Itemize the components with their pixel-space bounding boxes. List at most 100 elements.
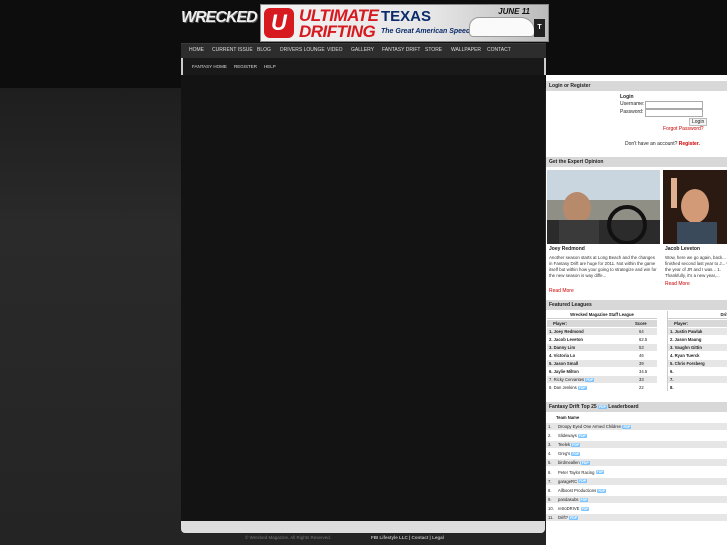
player-name[interactable]: 4. Ryan Tuerck bbox=[670, 352, 699, 359]
player-name[interactable]: 5. Jason Small bbox=[549, 360, 578, 367]
player-name[interactable]: 2. Jason Maung bbox=[670, 336, 701, 343]
player-score: 22 bbox=[639, 385, 644, 390]
table-row[interactable]: 7. Ricky Cervantes FDP 33 bbox=[547, 376, 657, 383]
team-name[interactable]: garageRC FDP bbox=[558, 478, 588, 485]
player-name[interactable]: 4. Victoria Lo bbox=[549, 352, 575, 359]
team-rank: 9. bbox=[548, 496, 552, 502]
player-name[interactable]: 6. bbox=[670, 368, 674, 375]
car-image bbox=[469, 17, 535, 37]
main-content-footer-bar bbox=[181, 521, 545, 533]
table-row[interactable]: 1. Justin Pawlak bbox=[668, 328, 727, 335]
nav-home[interactable]: HOME bbox=[189, 47, 204, 53]
fdp-badge: FDP bbox=[580, 506, 590, 511]
team-name[interactable]: Peter Taylor Racing FDP bbox=[558, 469, 605, 476]
player-name[interactable]: 8. Dan Jenkins FDP bbox=[549, 384, 587, 391]
expert-photo-joey[interactable] bbox=[547, 170, 660, 244]
player-name[interactable]: 1. Justin Pawlak bbox=[670, 328, 702, 335]
nav-store[interactable]: STORE bbox=[425, 47, 442, 53]
username-input[interactable] bbox=[645, 101, 703, 109]
table-row[interactable]: 4. Victoria Lo 46 bbox=[547, 352, 657, 359]
expert-header: Get the Expert Opinion bbox=[546, 157, 727, 167]
ad-banner[interactable]: U ULTIMATE DRIFTING TEXAS The Great Amer… bbox=[260, 4, 549, 42]
team-name[interactable]: Slideways FDP bbox=[558, 432, 587, 439]
site-logo[interactable]: WRECKED bbox=[181, 9, 258, 33]
team-name[interactable]: retroDRIVE FDP bbox=[558, 505, 590, 512]
staff-league-table: Wrecked Magazine Staff League Player: Sc… bbox=[547, 311, 657, 391]
sidebar: Login or Register Login Username: Passwo… bbox=[546, 75, 727, 545]
login-button[interactable]: Login bbox=[689, 118, 708, 126]
table-row[interactable]: 1. Joey Redmond 64 bbox=[547, 328, 657, 335]
player-name[interactable]: 7. Ricky Cervantes FDP bbox=[549, 376, 595, 383]
player-name[interactable]: 3. Danny Lim bbox=[549, 344, 575, 351]
team-name[interactable]: Drift? FDP bbox=[558, 514, 578, 521]
expert-photo-jacob[interactable] bbox=[663, 170, 727, 244]
fdp-badge: FDP bbox=[571, 443, 581, 448]
table-row[interactable]: 9. pandasubs FDP bbox=[546, 495, 727, 503]
nav-video[interactable]: VIDEO bbox=[327, 47, 343, 53]
nav-drivers-lounge[interactable]: DRIVERS LOUNGE bbox=[280, 47, 325, 53]
leagues-header: Featured Leagues bbox=[546, 300, 727, 310]
player-name[interactable]: 2. Jacob Leveton bbox=[549, 336, 583, 343]
table-row[interactable]: 8. Allboost Productions FDP bbox=[546, 486, 727, 494]
team-name[interactable]: Allboost Productions FDP bbox=[558, 487, 607, 494]
team-name[interactable]: pandasubs FDP bbox=[558, 496, 589, 503]
banner-venue: TEXAS bbox=[381, 8, 432, 25]
footer-links[interactable]: FBI Lifestyle LLC | Contact | Legal bbox=[371, 535, 444, 540]
player-name[interactable]: 8. bbox=[670, 384, 674, 391]
read-more-jacob[interactable]: Read More bbox=[665, 281, 690, 287]
table-row[interactable]: 3. Teelek FDP bbox=[546, 441, 727, 449]
table-row[interactable]: 6. bbox=[668, 368, 727, 375]
nav-wallpaper[interactable]: WALLPAPER bbox=[451, 47, 481, 53]
expert-name-jacob[interactable]: Jacob Leveton bbox=[665, 246, 700, 252]
table-row[interactable]: 5. Jason Small 39 bbox=[547, 360, 657, 367]
table-row[interactable]: 4. Greg's FDP bbox=[546, 450, 727, 458]
table-row[interactable]: 2. Slideways FDP bbox=[546, 432, 727, 440]
player-name[interactable]: 3. Vaughn Gittin bbox=[670, 344, 702, 351]
register-link[interactable]: Register. bbox=[679, 141, 700, 147]
team-name[interactable]: birdmeallen FDP bbox=[558, 459, 590, 466]
table-row[interactable]: 6. Jaylie Milton 34.5 bbox=[547, 368, 657, 375]
leaderboard-table: Team Name 1. Droopy Eyed One Armed Childr… bbox=[546, 414, 727, 524]
table-row[interactable]: 8. bbox=[668, 384, 727, 391]
forgot-password-link[interactable]: Forgot Password? bbox=[663, 126, 704, 132]
table-row[interactable]: 1. Droopy Eyed One Armed Children FDP bbox=[546, 423, 727, 430]
table-row[interactable]: 10. retroDRIVE FDP bbox=[546, 504, 727, 512]
table-row[interactable]: 5. birdmeallen FDP bbox=[546, 459, 727, 467]
team-rank: 3. bbox=[548, 442, 552, 448]
nav-gallery[interactable]: GALLERY bbox=[351, 47, 374, 53]
nav-fantasy-drift[interactable]: FANTASY DRIFT bbox=[382, 47, 420, 53]
table-row[interactable]: 4. Ryan Tuerck bbox=[668, 352, 727, 359]
read-more-joey[interactable]: Read More bbox=[549, 288, 574, 294]
fdp-badge: FDP bbox=[597, 488, 607, 493]
team-rank: 10. bbox=[548, 505, 554, 511]
table-row[interactable]: 2. Jacob Leveton 62.5 bbox=[547, 336, 657, 343]
subnav-fantasy-home[interactable]: FANTASY HOME bbox=[192, 64, 227, 69]
table-row[interactable]: 11. Drift? FDP bbox=[546, 514, 727, 521]
password-input[interactable] bbox=[645, 109, 703, 117]
drift-league-title[interactable]: Drift All bbox=[668, 311, 727, 319]
table-row[interactable]: 3. Danny Lim 53 bbox=[547, 344, 657, 351]
table-row[interactable]: 7. bbox=[668, 376, 727, 383]
staff-league-title[interactable]: Wrecked Magazine Staff League bbox=[547, 311, 657, 319]
player-score: 39 bbox=[639, 361, 644, 366]
team-name[interactable]: Greg's FDP bbox=[558, 450, 581, 457]
table-row[interactable]: 6. Peter Taylor Racing FDP bbox=[546, 468, 727, 476]
player-name[interactable]: 6. Jaylie Milton bbox=[549, 368, 579, 375]
table-row[interactable]: 2. Jason Maung bbox=[668, 336, 727, 343]
table-row[interactable]: 7. garageRC FDP bbox=[546, 477, 727, 485]
player-name[interactable]: 1. Joey Redmond bbox=[549, 328, 584, 335]
player-name[interactable]: 5. Chris Forsberg bbox=[670, 360, 705, 367]
player-name[interactable]: 7. bbox=[670, 376, 674, 383]
nav-blog[interactable]: BLOG bbox=[257, 47, 271, 53]
table-row[interactable]: 5. Chris Forsberg bbox=[668, 360, 727, 367]
table-row[interactable]: 3. Vaughn Gittin bbox=[668, 344, 727, 351]
subnav-help[interactable]: HELP bbox=[264, 64, 276, 69]
team-name[interactable]: Teelek FDP bbox=[558, 441, 581, 448]
expert-name-joey[interactable]: Joey Redmond bbox=[549, 246, 585, 252]
nav-current-issue[interactable]: CURRENT ISSUE bbox=[212, 47, 253, 53]
subnav-register[interactable]: REGISTER bbox=[234, 64, 257, 69]
team-name[interactable]: Droopy Eyed One Armed Children FDP bbox=[558, 423, 632, 430]
table-row[interactable]: 8. Dan Jenkins FDP 22 bbox=[547, 384, 657, 391]
nav-contact[interactable]: CONTACT bbox=[487, 47, 511, 53]
login-title: Login bbox=[620, 94, 634, 100]
